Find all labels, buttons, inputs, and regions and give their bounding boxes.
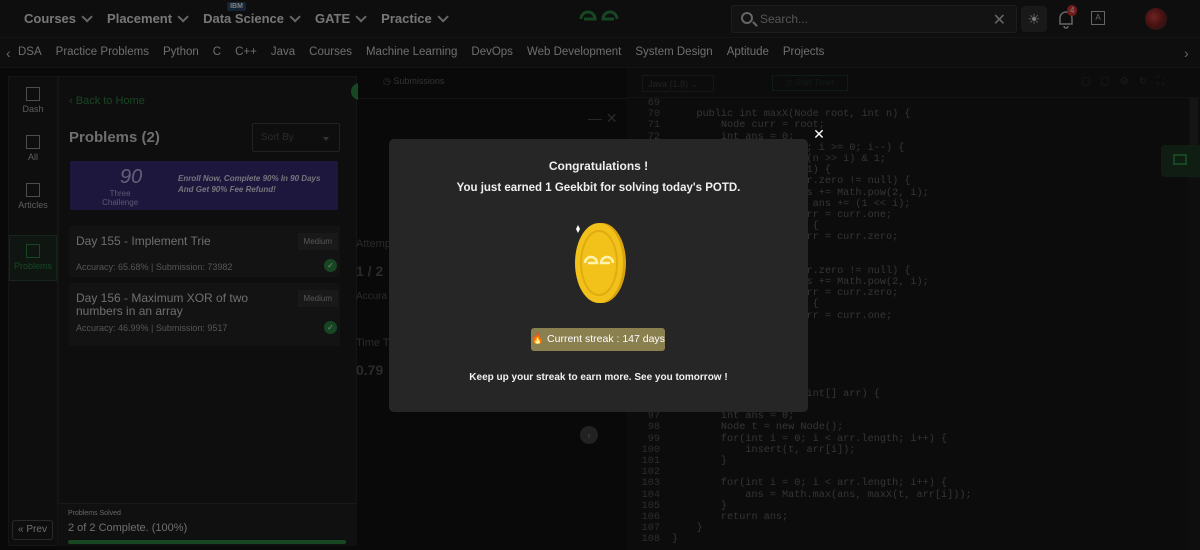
streak-text: Current streak : 147 days bbox=[547, 333, 665, 345]
geekbit-coin-icon bbox=[575, 223, 626, 303]
modal-title: Congratulations ! bbox=[548, 159, 649, 173]
modal-footer-text: Keep up your streak to earn more. See yo… bbox=[469, 372, 728, 383]
modal-message: You just earned 1 Geekbit for solving to… bbox=[456, 182, 741, 194]
congratulations-modal: Congratulations ! You just earned 1 Geek… bbox=[389, 139, 808, 412]
streak-badge: 🔥 Current streak : 147 days bbox=[531, 328, 665, 351]
modal-close-icon[interactable]: ✕ bbox=[808, 123, 830, 145]
fire-icon: 🔥 bbox=[531, 333, 545, 345]
